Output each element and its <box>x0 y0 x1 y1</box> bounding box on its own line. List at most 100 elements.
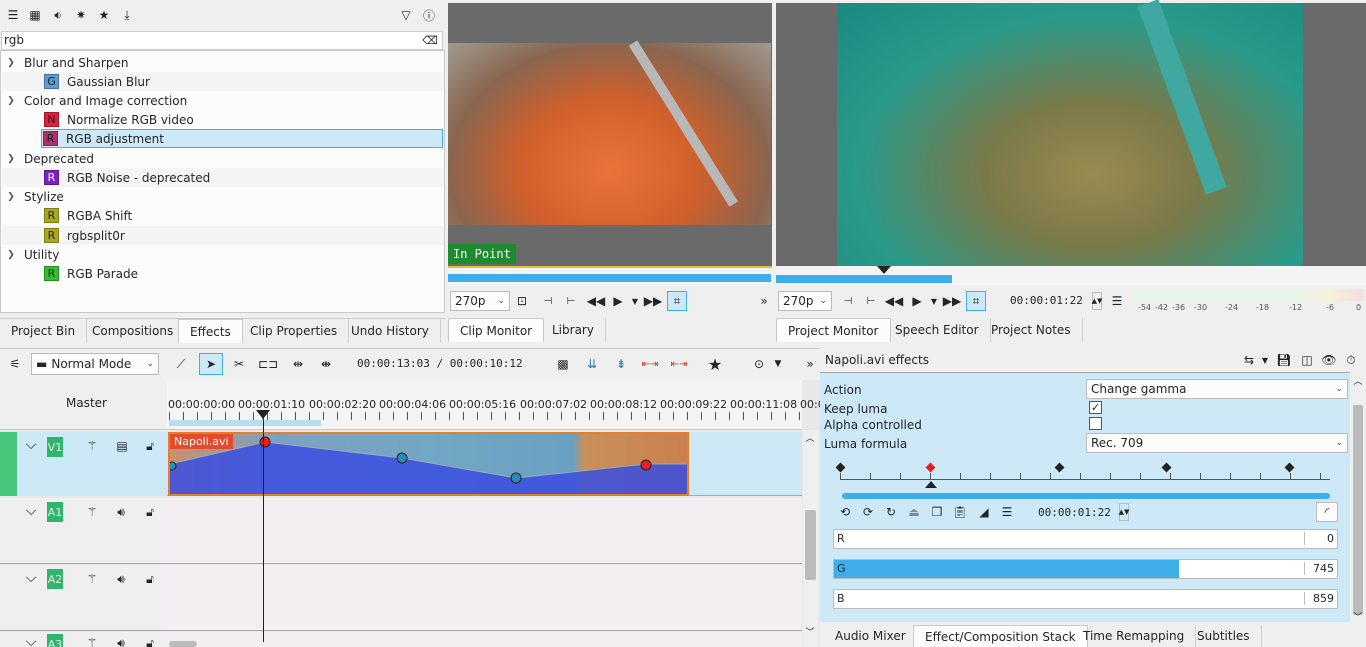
play-menu-icon[interactable]: ▼ <box>630 293 640 309</box>
lock-icon[interactable]: 🔓︎ <box>140 634 160 647</box>
keyframe-menu-icon[interactable]: ☰ <box>999 504 1015 520</box>
expand-arrow-icon[interactable]: ❯ <box>2 154 20 164</box>
split-view-icon[interactable]: ◫ <box>1298 351 1316 369</box>
tree-category[interactable]: ❯ Deprecated <box>2 149 444 168</box>
keyframe-center-icon[interactable]: ⏏ <box>906 504 922 520</box>
effects-search-box[interactable]: rgb ⌫ <box>1 31 443 50</box>
effect-wand-icon[interactable]: ⚚ <box>82 437 102 455</box>
clear-search-icon[interactable]: ⌫ <box>421 33 439 48</box>
clip-monitor-ruler[interactable] <box>448 266 772 285</box>
playhead-marker-icon[interactable] <box>256 410 270 419</box>
alpha-controlled-checkbox[interactable] <box>1089 417 1102 430</box>
speaker-icon[interactable]: 🔊︎ <box>111 503 131 521</box>
scroll-down-icon[interactable]: ﹀ <box>804 626 816 638</box>
horizontal-scrollbar[interactable] <box>169 641 197 647</box>
tab-effect-stack[interactable]: Effect/Composition Stack <box>913 625 1088 647</box>
monitor-menu-icon[interactable]: ☰ <box>1109 293 1125 309</box>
fit-zoom-icon[interactable]: ⊡ <box>514 293 530 309</box>
set-in-icon[interactable]: ⊣ <box>840 293 856 309</box>
tab-project-monitor[interactable]: Project Monitor <box>776 318 891 342</box>
slider-b[interactable]: B 859 <box>833 589 1338 609</box>
lock-icon[interactable]: 🔓︎ <box>140 570 160 588</box>
chevron-down-icon[interactable]: ▼ <box>1260 351 1270 369</box>
keyframe-diamond-icon[interactable] <box>1054 462 1065 473</box>
track-menu-icon[interactable]: ⚟ <box>5 356 25 372</box>
slider-r[interactable]: R 0 <box>833 529 1338 549</box>
set-in-icon[interactable]: ⊣ <box>540 293 556 309</box>
video-effects-icon[interactable]: ▦ <box>27 7 43 23</box>
tab-undo-history[interactable]: Undo History <box>340 319 441 343</box>
tab-compositions[interactable]: Compositions <box>81 319 186 343</box>
scroll-down-icon[interactable]: ﹀ <box>1352 611 1364 623</box>
lift-icon[interactable]: ⇤⇥ <box>669 355 689 373</box>
timecode-spin-icon[interactable]: ▲▼ <box>1092 292 1102 310</box>
play-icon[interactable]: ▶ <box>909 293 925 309</box>
collapse-chevron-icon[interactable]: ⌵ <box>20 503 42 519</box>
forward-icon[interactable]: ▶▶ <box>644 293 662 309</box>
collapse-chevron-icon[interactable]: ⌵ <box>20 634 42 647</box>
project-resolution-select[interactable]: 270p ⌄ <box>778 291 832 311</box>
keyframe-prev-icon[interactable]: ⟲ <box>837 504 853 520</box>
play-icon[interactable]: ▶ <box>610 293 626 309</box>
collapse-chevron-icon[interactable]: ⌵ <box>20 437 42 453</box>
copy-icon[interactable]: ❐ <box>929 504 945 520</box>
tab-project-notes[interactable]: Project Notes <box>980 318 1083 342</box>
expand-arrow-icon[interactable]: ❯ <box>2 96 20 106</box>
keyframe-diamond-icon[interactable] <box>835 462 846 473</box>
project-timecode[interactable]: 00:00:01:22 <box>1010 294 1083 307</box>
tab-subtitles[interactable]: Subtitles <box>1186 625 1262 647</box>
playback-options-icon[interactable]: ⊙ <box>749 355 769 373</box>
timecode-spin-icon[interactable]: ▲▼ <box>1119 503 1129 521</box>
spacer-tool-icon[interactable]: ⟋ <box>172 355 190 373</box>
slider-value[interactable]: 859 <box>1304 592 1334 605</box>
keyframe-diamond-icon[interactable] <box>1284 462 1295 473</box>
spacer-icon[interactable]: ⊏⊐ <box>258 355 278 373</box>
keyframe-position-bar[interactable] <box>842 493 1330 499</box>
project-monitor-ruler[interactable] <box>776 266 1366 285</box>
keyframe-timecode[interactable]: 00:00:01:22 <box>1038 506 1111 519</box>
keyframe-add-icon[interactable]: ⟳ <box>860 504 876 520</box>
tree-item[interactable]: G Gaussian Blur <box>2 72 444 91</box>
insert-icon[interactable]: ⇊ <box>582 355 602 373</box>
expand-arrow-icon[interactable]: ❯ <box>2 192 20 202</box>
extract-icon[interactable]: ⇤⇥ <box>640 355 660 373</box>
select-tool-icon[interactable]: ➤ <box>199 353 223 375</box>
lock-icon[interactable]: 🔓︎ <box>140 503 160 521</box>
collapse-chevron-icon[interactable]: ⌵ <box>20 570 42 586</box>
tab-clip-properties[interactable]: Clip Properties <box>239 319 350 343</box>
curve-edit-icon[interactable]: ◜ <box>1316 502 1338 522</box>
chevron-down-icon[interactable]: ▼ <box>772 355 784 373</box>
info-icon[interactable]: ⓘ <box>421 7 437 23</box>
eye-icon[interactable]: 👁︎ <box>1320 351 1338 369</box>
keyframe-diamond-icon[interactable] <box>1161 462 1172 473</box>
tab-library[interactable]: Library <box>541 318 606 342</box>
effect-wand-icon[interactable]: ⚚ <box>82 503 102 521</box>
scroll-up-icon[interactable]: ︿ <box>804 432 816 444</box>
save-stack-icon[interactable]: 💾︎ <box>1275 351 1293 369</box>
vertical-scrollbar[interactable]: ︿ ﹀ <box>803 430 818 647</box>
keyframe-diamond-icon[interactable] <box>925 462 936 473</box>
keep-luma-checkbox[interactable]: ✓ <box>1089 401 1102 414</box>
clip-resolution-select[interactable]: 270p ⌄ <box>450 291 510 311</box>
tree-category[interactable]: ❯ Blur and Sharpen <box>2 53 444 72</box>
set-out-icon[interactable]: ⊢ <box>863 293 879 309</box>
ripple-icon[interactable]: ⇹ <box>288 355 308 373</box>
audio-effects-icon[interactable]: 🔉︎ <box>50 7 66 23</box>
list-view-icon[interactable]: ☰ <box>5 7 21 23</box>
custom-effects-icon[interactable]: ✷ <box>73 7 89 23</box>
speaker-icon[interactable]: 🔊︎ <box>111 634 131 647</box>
slider-g[interactable]: G 745 <box>833 559 1338 579</box>
preview-render-icon[interactable]: ▩ <box>554 355 572 373</box>
tab-project-bin[interactable]: Project Bin <box>0 319 88 343</box>
expand-arrow-icon[interactable]: ❯ <box>2 58 20 68</box>
timeline-timecode[interactable]: 00:00:13:03 / 00:00:10:12 <box>357 357 523 370</box>
video-clip[interactable]: Napoli.avi <box>168 432 689 496</box>
playhead-marker-icon[interactable] <box>877 266 891 274</box>
tree-item[interactable]: R RGB Noise - deprecated <box>2 168 444 187</box>
scrollbar-thumb[interactable] <box>1353 405 1363 615</box>
filter-icon[interactable]: ▽ <box>398 7 414 23</box>
favorites-icon[interactable]: ★ <box>96 7 112 23</box>
crop-icon[interactable]: ⌗ <box>966 291 986 311</box>
track-header-a3[interactable]: ⌵ A3 ⚚ 🔊︎ 🔓︎ <box>0 632 167 647</box>
scrollbar-thumb[interactable] <box>805 510 816 580</box>
